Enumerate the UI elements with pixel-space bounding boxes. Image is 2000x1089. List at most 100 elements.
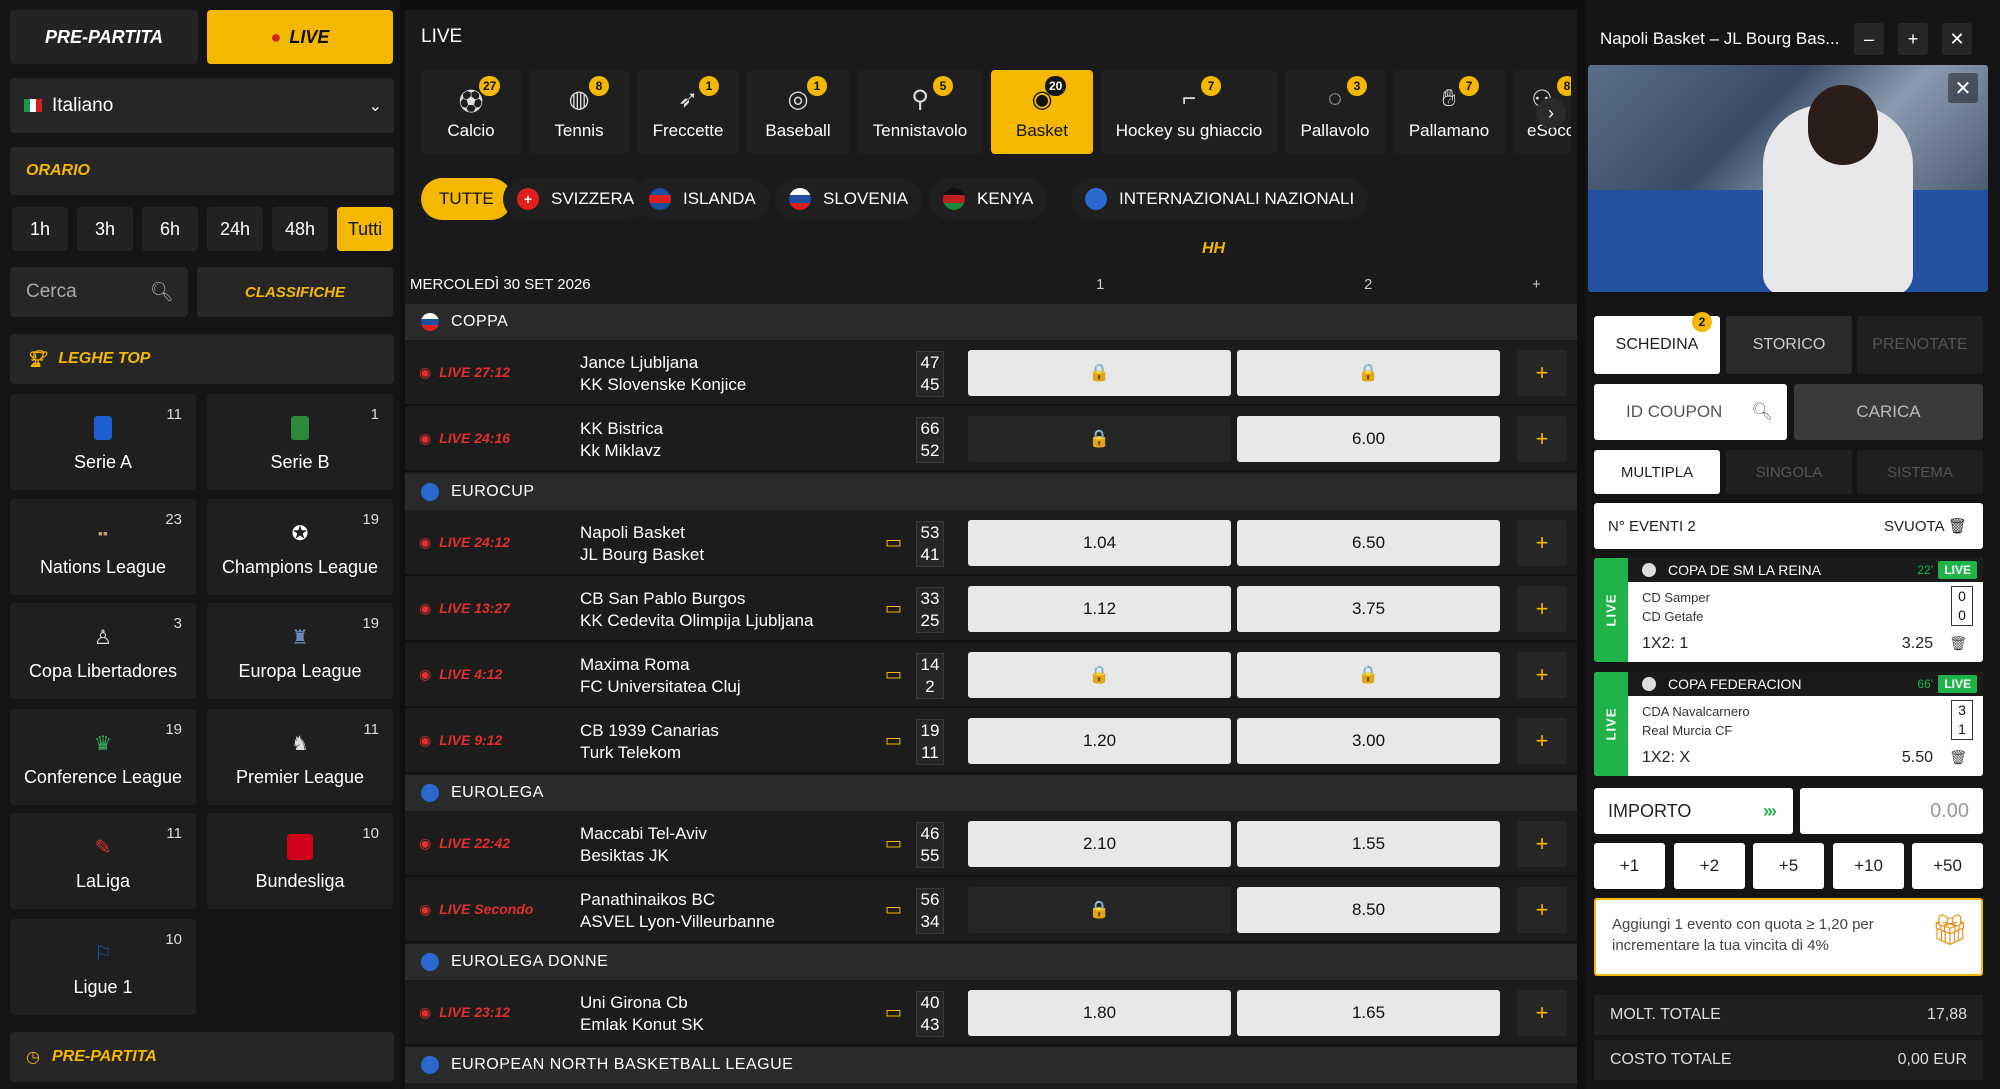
odd-2-button[interactable]: 1.55 bbox=[1237, 821, 1500, 867]
time-filter-3h[interactable]: 3h bbox=[77, 207, 133, 251]
sport-tab-basket[interactable]: ◉ 20 Basket bbox=[991, 70, 1093, 154]
country-filter-islanda[interactable]: ISLANDA bbox=[635, 178, 770, 220]
match-row[interactable]: ◉ LIVE 23:12 Uni Girona Cb Emlak Konut SK … bbox=[405, 982, 1577, 1046]
tab-storico[interactable]: STORICO bbox=[1726, 316, 1852, 374]
odd-2-button[interactable]: 8.50 bbox=[1237, 887, 1500, 933]
mode-sistema[interactable]: SISTEMA bbox=[1857, 450, 1983, 494]
time-filter-1h[interactable]: 1h bbox=[12, 207, 68, 251]
tv-icon[interactable]: ▭ bbox=[885, 1002, 902, 1023]
group-header-eurocup[interactable]: EUROCUP bbox=[405, 474, 1577, 510]
match-row[interactable]: ◉ LIVE 24:12 Napoli Basket JL Bourg Basket… bbox=[405, 512, 1577, 576]
odd-2-button[interactable]: 🔒 bbox=[1237, 652, 1500, 698]
tv-icon[interactable]: ▭ bbox=[885, 532, 902, 553]
match-row[interactable]: ◉ LIVE 9:12 CB 1939 Canarias Turk Telekom … bbox=[405, 710, 1577, 774]
odd-2-button[interactable]: 6.00 bbox=[1237, 416, 1500, 462]
league-conference-league[interactable]: 19 ♛ Conference League bbox=[10, 709, 196, 805]
league-serie-a[interactable]: 11 Serie A bbox=[10, 394, 196, 490]
tv-icon[interactable]: ▭ bbox=[885, 833, 902, 854]
tv-icon[interactable]: ▭ bbox=[885, 730, 902, 751]
carica-button[interactable]: CARICA bbox=[1794, 384, 1983, 440]
odd-1-button[interactable]: 1.12 bbox=[968, 586, 1231, 632]
country-filter-slovenia[interactable]: SLOVENIA bbox=[775, 178, 923, 220]
scroll-right-button[interactable]: › bbox=[1536, 98, 1566, 128]
league-bundesliga[interactable]: 10 Bundesliga bbox=[207, 813, 393, 909]
more-markets-button[interactable]: + bbox=[1517, 652, 1567, 698]
odd-1-button[interactable]: 🔒 bbox=[968, 416, 1231, 462]
sport-tab-pallavolo[interactable]: ◌ 3 Pallavolo bbox=[1285, 70, 1385, 154]
tab-schedina[interactable]: SCHEDINA 2 bbox=[1594, 312, 1720, 374]
time-filter-48h[interactable]: 48h bbox=[272, 207, 328, 251]
sport-tab-hockey[interactable]: ⌐ 7 Hockey su ghiaccio bbox=[1101, 70, 1277, 154]
league-champions-league[interactable]: 19 ✪ Champions League bbox=[207, 499, 393, 595]
odd-2-button[interactable]: 1.65 bbox=[1237, 990, 1500, 1036]
minimize-button[interactable]: – bbox=[1854, 23, 1884, 55]
odd-1-button[interactable]: 🔒 bbox=[968, 652, 1231, 698]
match-row[interactable]: ◉ LIVE Secondo Panathinaikos BC ASVEL Lyon… bbox=[405, 879, 1577, 943]
odd-2-button[interactable]: 🔒 bbox=[1237, 350, 1500, 396]
trash-icon[interactable]: 🗑︎ bbox=[1949, 635, 1967, 652]
sport-tab-calcio[interactable]: ⚽︎ 27 Calcio bbox=[421, 70, 521, 154]
quick-add-1[interactable]: +1 bbox=[1594, 843, 1665, 889]
odd-1-button[interactable]: 🔒 bbox=[968, 350, 1231, 396]
classifiche-button[interactable]: CLASSIFICHE bbox=[197, 267, 393, 317]
amount-input[interactable]: 0.00 bbox=[1800, 788, 1983, 834]
coupon-id-input[interactable]: ID COUPON 🔍︎ bbox=[1594, 384, 1787, 440]
tab-prenotate[interactable]: PRENOTATE bbox=[1857, 316, 1983, 374]
match-row[interactable]: ◉ LIVE 24:16 KK Bistrica Kk Miklavz 66 52 🔒… bbox=[405, 408, 1577, 472]
live-button[interactable]: ● LIVE bbox=[207, 10, 393, 64]
language-select[interactable]: Italiano ⌄ bbox=[10, 78, 394, 133]
quick-add-5[interactable]: +5 bbox=[1753, 843, 1824, 889]
time-filter-24h[interactable]: 24h bbox=[207, 207, 263, 251]
sport-tab-tennistavolo[interactable]: ⚲ 5 Tennistavolo bbox=[857, 70, 983, 154]
odd-2-button[interactable]: 3.75 bbox=[1237, 586, 1500, 632]
group-header-eurolega[interactable]: EUROLEGA bbox=[405, 775, 1577, 811]
quick-add-2[interactable]: +2 bbox=[1674, 843, 1745, 889]
more-markets-button[interactable]: + bbox=[1517, 718, 1567, 764]
trash-icon[interactable]: 🗑︎ bbox=[1949, 749, 1967, 766]
mode-singola[interactable]: SINGOLA bbox=[1726, 450, 1852, 494]
league-nations-league[interactable]: 23 ▪▪ Nations League bbox=[10, 499, 196, 595]
match-row[interactable]: ◉ LIVE 4:12 Maxima Roma FC Universitatea C… bbox=[405, 644, 1577, 708]
odd-1-button[interactable]: 1.20 bbox=[968, 718, 1231, 764]
group-header-eurolega-donne[interactable]: EUROLEGA DONNE bbox=[405, 944, 1577, 980]
search-input[interactable]: Cerca 🔍︎ bbox=[10, 267, 188, 317]
sport-tab-freccette[interactable]: ➶ 1 Freccette bbox=[637, 70, 739, 154]
country-filter-svizzera[interactable]: + SVIZZERA bbox=[503, 178, 649, 220]
country-filter-internazionali[interactable]: INTERNAZIONALI NAZIONALI bbox=[1071, 178, 1369, 220]
close-button[interactable]: ✕ bbox=[1942, 23, 1972, 55]
prepartita-footer[interactable]: ◷ PRE-PARTITA bbox=[10, 1032, 394, 1082]
group-header-enbl[interactable]: EUROPEAN NORTH BASKETBALL LEAGUE bbox=[405, 1047, 1577, 1083]
odd-2-button[interactable]: 3.00 bbox=[1237, 718, 1500, 764]
prepartita-button[interactable]: PRE-PARTITA bbox=[10, 10, 198, 64]
tv-icon[interactable]: ▭ bbox=[885, 598, 902, 619]
sport-tab-tennis[interactable]: ◍ 8 Tennis bbox=[529, 70, 629, 154]
group-header-coppa[interactable]: COPPA bbox=[405, 304, 1577, 340]
more-markets-button[interactable]: + bbox=[1517, 520, 1567, 566]
match-row[interactable]: ◉ LIVE 13:27 CB San Pablo Burgos KK Cedevi… bbox=[405, 578, 1577, 642]
odd-2-button[interactable]: 6.50 bbox=[1237, 520, 1500, 566]
close-icon[interactable]: ✕ bbox=[1948, 73, 1978, 103]
odd-1-button[interactable]: 2.10 bbox=[968, 821, 1231, 867]
time-filter-tutti[interactable]: Tutti bbox=[337, 207, 393, 251]
league-serie-b[interactable]: 1 Serie B bbox=[207, 394, 393, 490]
tv-icon[interactable]: ▭ bbox=[885, 899, 902, 920]
more-markets-button[interactable]: + bbox=[1517, 990, 1567, 1036]
league-copa-libertadores[interactable]: 3 ♙ Copa Libertadores bbox=[10, 603, 196, 699]
more-markets-button[interactable]: + bbox=[1517, 821, 1567, 867]
quick-add-10[interactable]: +10 bbox=[1833, 843, 1904, 889]
mode-multipla[interactable]: MULTIPLA bbox=[1594, 450, 1720, 494]
match-row[interactable]: ◉ LIVE 27:12 Jance Ljubljana KK Slovenske … bbox=[405, 342, 1577, 406]
league-europa-league[interactable]: 19 ♜ Europa League bbox=[207, 603, 393, 699]
svuota-button[interactable]: SVUOTA 🗑︎ bbox=[1884, 517, 1967, 535]
league-ligue-1[interactable]: 10 ⚐ Ligue 1 bbox=[10, 919, 196, 1015]
odd-1-button[interactable]: 🔒 bbox=[968, 887, 1231, 933]
sport-tab-baseball[interactable]: ◎ 1 Baseball bbox=[747, 70, 849, 154]
country-filter-kenya[interactable]: KENYA bbox=[929, 178, 1048, 220]
more-markets-button[interactable]: + bbox=[1517, 350, 1567, 396]
time-filter-6h[interactable]: 6h bbox=[142, 207, 198, 251]
expand-button[interactable]: + bbox=[1898, 23, 1928, 55]
more-markets-button[interactable]: + bbox=[1517, 416, 1567, 462]
country-filter-tutte[interactable]: TUTTE bbox=[421, 178, 512, 220]
odd-1-button[interactable]: 1.04 bbox=[968, 520, 1231, 566]
odd-1-button[interactable]: 1.80 bbox=[968, 990, 1231, 1036]
